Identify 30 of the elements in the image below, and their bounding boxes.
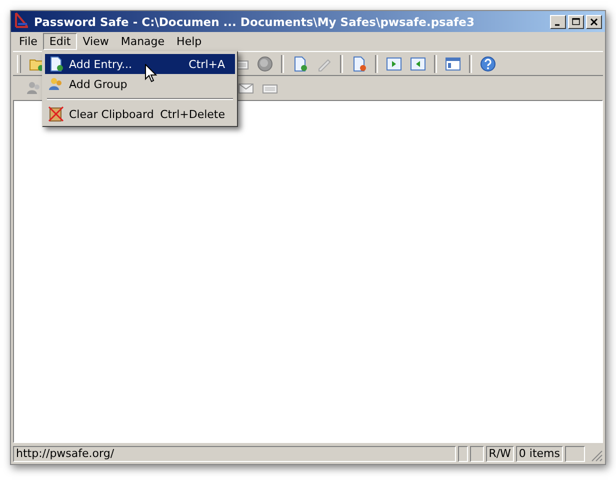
status-pane: [565, 446, 585, 462]
window-icon[interactable]: [445, 56, 461, 72]
menu-item[interactable]: Add Entry... Ctrl+A: [45, 54, 235, 74]
document-add-icon: [48, 56, 64, 72]
globe-icon[interactable]: [257, 56, 273, 72]
minimize-button[interactable]: [550, 14, 566, 28]
menu-item[interactable]: File: [13, 33, 44, 50]
status-message: http://pwsafe.org/: [13, 446, 456, 462]
document-delete-icon[interactable]: [351, 56, 367, 72]
menu-item[interactable]: Edit: [43, 33, 77, 50]
status-pane: 0 items: [516, 446, 563, 462]
window-title: Password Safe - C:\Documen ... Documents\My Safes\pwsafe.psafe3: [34, 14, 476, 28]
menu-item[interactable]: Add Group: [45, 74, 235, 94]
pointer-icon: [145, 64, 157, 83]
status-pane: [458, 446, 468, 462]
people-icon: [48, 76, 64, 92]
clipboard-icon: [48, 106, 64, 122]
menu-item[interactable]: Clear Clipboard Ctrl+Delete: [45, 104, 235, 124]
close-button[interactable]: [586, 14, 602, 28]
document-add-icon[interactable]: [292, 56, 308, 72]
status-pane: [470, 446, 484, 462]
collapse-icon[interactable]: [410, 56, 426, 72]
maximize-button[interactable]: [568, 14, 584, 28]
app-icon: [14, 12, 30, 28]
menu-item[interactable]: Help: [170, 33, 208, 50]
status-pane: R/W: [486, 446, 514, 462]
menu-item[interactable]: View: [76, 33, 115, 50]
menu-item[interactable]: Manage: [114, 33, 171, 50]
expand-icon[interactable]: [386, 56, 402, 72]
help-icon[interactable]: [480, 56, 496, 72]
